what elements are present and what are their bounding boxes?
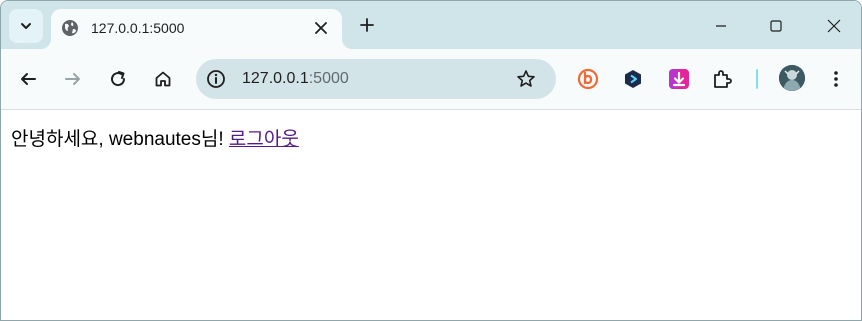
address-bar[interactable]: 127.0.0.1:5000 xyxy=(196,59,556,99)
minimize-button[interactable] xyxy=(706,11,736,41)
close-tab-icon[interactable] xyxy=(311,18,331,38)
close-icon xyxy=(827,19,841,33)
reload-button[interactable] xyxy=(105,66,131,92)
more-vertical-icon xyxy=(833,70,839,88)
hexagon-extension-icon[interactable] xyxy=(621,67,645,91)
tab-search-button[interactable] xyxy=(9,9,43,43)
home-button[interactable] xyxy=(150,66,176,92)
puzzle-extensions-icon[interactable] xyxy=(711,67,735,91)
url-host: 127.0.0.1 xyxy=(242,70,309,87)
maximize-button[interactable] xyxy=(761,11,791,41)
close-window-button[interactable] xyxy=(819,11,849,41)
forward-button[interactable] xyxy=(60,66,86,92)
profile-avatar[interactable] xyxy=(779,65,805,91)
globe-icon xyxy=(61,19,79,37)
home-icon xyxy=(154,70,172,88)
browser-window: 127.0.0.1:5000 127.0.0.1:5000 안녕하세요, web… xyxy=(0,0,862,321)
toolbar-divider xyxy=(756,69,758,89)
menu-button[interactable] xyxy=(823,66,849,92)
minimize-icon xyxy=(715,20,727,32)
tab-strip: 127.0.0.1:5000 xyxy=(1,1,861,49)
reload-icon xyxy=(109,70,127,88)
info-icon[interactable] xyxy=(204,67,228,91)
arrow-right-icon xyxy=(64,70,82,88)
greeting-text: 안녕하세요, webnautes님! xyxy=(11,129,229,150)
page-content: 안녕하세요, webnautes님! 로그아웃 xyxy=(1,110,861,320)
download-extension-icon[interactable] xyxy=(667,67,691,91)
back-button[interactable] xyxy=(15,66,41,92)
new-tab-button[interactable] xyxy=(355,13,379,37)
url-text: 127.0.0.1:5000 xyxy=(242,70,349,88)
bookmark-star-icon[interactable] xyxy=(514,67,538,91)
plus-icon xyxy=(360,18,374,32)
tab-active[interactable]: 127.0.0.1:5000 xyxy=(51,9,342,49)
maximize-icon xyxy=(770,20,782,32)
tab-title: 127.0.0.1:5000 xyxy=(91,20,185,36)
arrow-left-icon xyxy=(19,70,37,88)
toolbar: 127.0.0.1:5000 xyxy=(1,49,861,110)
logout-link[interactable]: 로그아웃 xyxy=(229,129,299,150)
url-port: :5000 xyxy=(308,70,349,87)
b-logo-extension-icon[interactable] xyxy=(576,67,600,91)
chevron-down-icon xyxy=(19,19,33,33)
greeting-line: 안녕하세요, webnautes님! 로그아웃 xyxy=(11,124,299,151)
